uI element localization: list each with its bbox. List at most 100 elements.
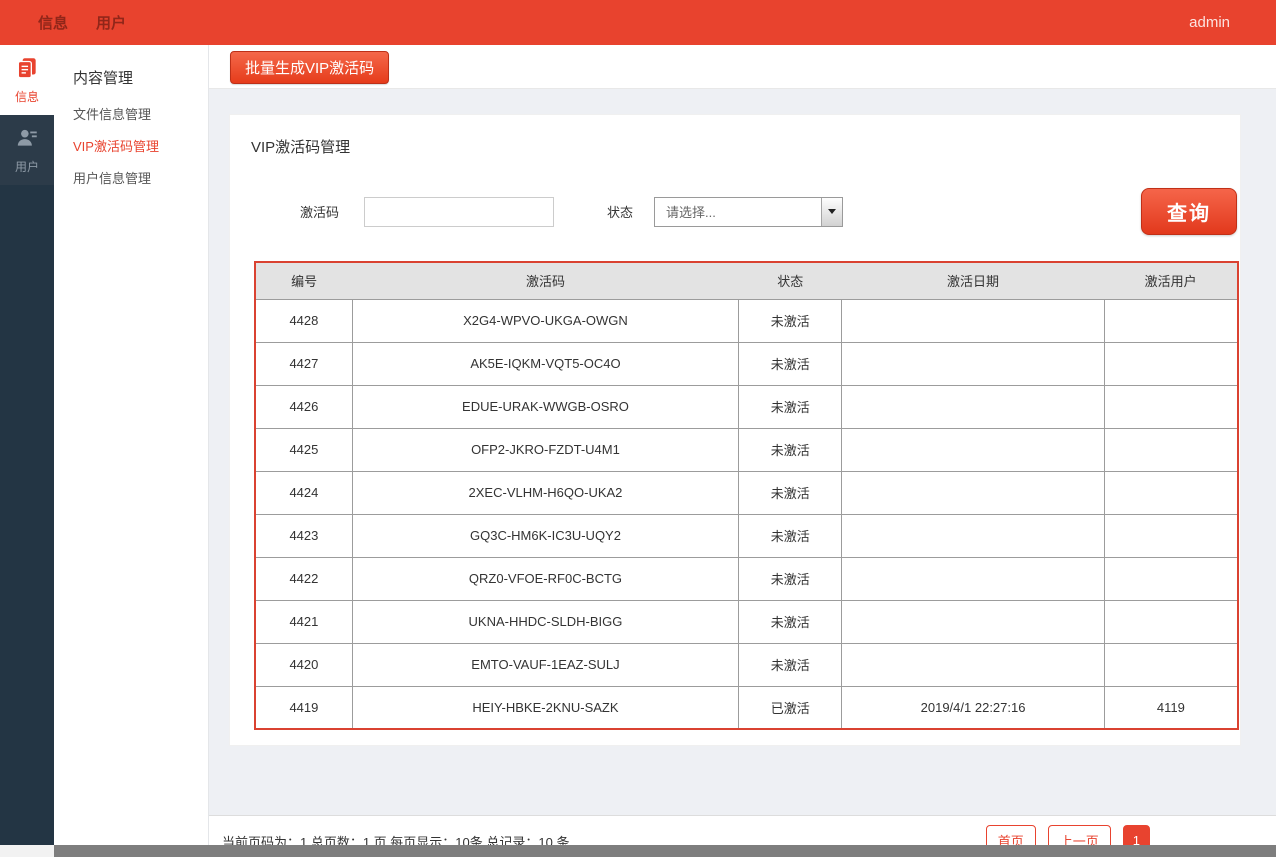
header-id: 编号 xyxy=(255,262,352,299)
table-cell xyxy=(842,514,1104,557)
app-window: 信息 用户 admin 信息 xyxy=(0,0,1276,857)
pagination-summary: 当前页码为：1 总页数：1 页 每页显示：10条 总记录：10 条 xyxy=(222,832,569,845)
rail-item-label: 信息 xyxy=(0,88,54,115)
table-cell: 未激活 xyxy=(739,342,842,385)
table-cell: 4420 xyxy=(255,643,352,686)
table-cell: 未激活 xyxy=(739,428,842,471)
page-1-button[interactable]: 1 xyxy=(1123,825,1150,845)
table-cell xyxy=(842,342,1104,385)
table-cell: AK5E-IQKM-VQT5-OC4O xyxy=(352,342,738,385)
table-cell xyxy=(842,428,1104,471)
nav-item-info[interactable]: 信息 xyxy=(38,12,68,33)
search-form: 激活码 状态 请选择... 查询 xyxy=(300,188,1237,235)
table-cell xyxy=(1104,471,1238,514)
table-cell xyxy=(842,471,1104,514)
code-label: 激活码 xyxy=(300,202,339,221)
activation-code-input[interactable] xyxy=(364,197,554,227)
table-cell: 未激活 xyxy=(739,471,842,514)
table-row: 4425OFP2-JKRO-FZDT-U4M1未激活 xyxy=(255,428,1238,471)
first-page-button[interactable]: 首页 xyxy=(986,825,1036,845)
table-cell: 4421 xyxy=(255,600,352,643)
prev-page-button[interactable]: 上一页 xyxy=(1048,825,1111,845)
user-icon xyxy=(14,138,40,155)
table-cell xyxy=(842,385,1104,428)
status-select[interactable]: 请选择... xyxy=(654,197,843,227)
status-label: 状态 xyxy=(607,202,633,221)
sidebar-item-user-info[interactable]: 用户信息管理 xyxy=(73,168,208,187)
table-cell xyxy=(1104,643,1238,686)
table-cell: 4423 xyxy=(255,514,352,557)
table-cell: UKNA-HHDC-SLDH-BIGG xyxy=(352,600,738,643)
table-cell xyxy=(1104,385,1238,428)
vip-code-panel: VIP激活码管理 激活码 状态 请选择... 查询 xyxy=(229,114,1241,746)
table-row: 4422QRZ0-VFOE-RF0C-BCTG未激活 xyxy=(255,557,1238,600)
batch-generate-button[interactable]: 批量生成VIP激活码 xyxy=(230,51,389,84)
table-cell: QRZ0-VFOE-RF0C-BCTG xyxy=(352,557,738,600)
sidebar-item-file-info[interactable]: 文件信息管理 xyxy=(73,104,208,123)
table-cell xyxy=(1104,342,1238,385)
panel-title: VIP激活码管理 xyxy=(251,136,1240,157)
table-cell: 4425 xyxy=(255,428,352,471)
table-cell: 4119 xyxy=(1104,686,1238,729)
table-cell: 4426 xyxy=(255,385,352,428)
table-cell: 4419 xyxy=(255,686,352,729)
table-cell: 2019/4/1 22:27:16 xyxy=(842,686,1104,729)
table-cell: HEIY-HBKE-2KNU-SAZK xyxy=(352,686,738,729)
table-cell: 未激活 xyxy=(739,600,842,643)
current-user[interactable]: admin xyxy=(1189,14,1230,31)
table-cell: EMTO-VAUF-1EAZ-SULJ xyxy=(352,643,738,686)
rail-item-info[interactable]: 信息 xyxy=(0,45,54,115)
status-select-value: 请选择... xyxy=(655,202,821,221)
header-status: 状态 xyxy=(739,262,842,299)
select-dropdown-button[interactable] xyxy=(821,198,842,226)
table-cell: GQ3C-HM6K-IC3U-UQY2 xyxy=(352,514,738,557)
table-cell: 4422 xyxy=(255,557,352,600)
nav-item-user[interactable]: 用户 xyxy=(96,12,126,33)
table-cell: 4424 xyxy=(255,471,352,514)
action-bar: 批量生成VIP激活码 xyxy=(209,45,1276,89)
chevron-down-icon xyxy=(828,209,836,214)
table-cell: 未激活 xyxy=(739,643,842,686)
table-cell xyxy=(1104,514,1238,557)
pagination-bar: 当前页码为：1 总页数：1 页 每页显示：10条 总记录：10 条 首页 上一页… xyxy=(209,815,1276,845)
table-cell: 4427 xyxy=(255,342,352,385)
table-row: 4428X2G4-WPVO-UKGA-OWGN未激活 xyxy=(255,299,1238,342)
table-cell xyxy=(842,643,1104,686)
table-cell: 未激活 xyxy=(739,299,842,342)
table-cell xyxy=(842,600,1104,643)
header-user: 激活用户 xyxy=(1104,262,1238,299)
table-cell xyxy=(842,557,1104,600)
search-button[interactable]: 查询 xyxy=(1141,188,1237,235)
icon-rail: 信息 用户 xyxy=(0,45,54,845)
horizontal-scrollbar xyxy=(0,845,1276,857)
header-date: 激活日期 xyxy=(842,262,1104,299)
table-row: 44242XEC-VLHM-H6QO-UKA2未激活 xyxy=(255,471,1238,514)
table-row: 4421UKNA-HHDC-SLDH-BIGG未激活 xyxy=(255,600,1238,643)
table-cell xyxy=(1104,557,1238,600)
top-navbar: 信息 用户 admin xyxy=(0,0,1276,45)
table-cell: 2XEC-VLHM-H6QO-UKA2 xyxy=(352,471,738,514)
table-cell: X2G4-WPVO-UKGA-OWGN xyxy=(352,299,738,342)
rail-item-user[interactable]: 用户 xyxy=(0,115,54,185)
table-row: 4420EMTO-VAUF-1EAZ-SULJ未激活 xyxy=(255,643,1238,686)
table-cell: OFP2-JKRO-FZDT-U4M1 xyxy=(352,428,738,471)
sidebar-header: 内容管理 xyxy=(73,67,208,88)
vip-code-table: 编号 激活码 状态 激活日期 激活用户 4428X2G4-WPVO-UKGA-O… xyxy=(254,261,1239,730)
table-cell: 已激活 xyxy=(739,686,842,729)
table-header-row: 编号 激活码 状态 激活日期 激活用户 xyxy=(255,262,1238,299)
horizontal-scrollbar-thumb[interactable] xyxy=(54,845,1276,857)
table-cell: 未激活 xyxy=(739,557,842,600)
table-cell xyxy=(1104,600,1238,643)
table-cell: 4428 xyxy=(255,299,352,342)
header-code: 激活码 xyxy=(352,262,738,299)
table-cell: 未激活 xyxy=(739,385,842,428)
documents-icon xyxy=(14,68,40,85)
table-row: 4419HEIY-HBKE-2KNU-SAZK已激活2019/4/1 22:27… xyxy=(255,686,1238,729)
table-body: 4428X2G4-WPVO-UKGA-OWGN未激活4427AK5E-IQKM-… xyxy=(255,299,1238,729)
table-cell: EDUE-URAK-WWGB-OSRO xyxy=(352,385,738,428)
table-row: 4426EDUE-URAK-WWGB-OSRO未激活 xyxy=(255,385,1238,428)
sidebar-item-vip-codes[interactable]: VIP激活码管理 xyxy=(73,136,208,155)
table-row: 4427AK5E-IQKM-VQT5-OC4O未激活 xyxy=(255,342,1238,385)
table-cell xyxy=(842,299,1104,342)
sidebar-menu: 内容管理 文件信息管理 VIP激活码管理 用户信息管理 xyxy=(54,45,209,845)
